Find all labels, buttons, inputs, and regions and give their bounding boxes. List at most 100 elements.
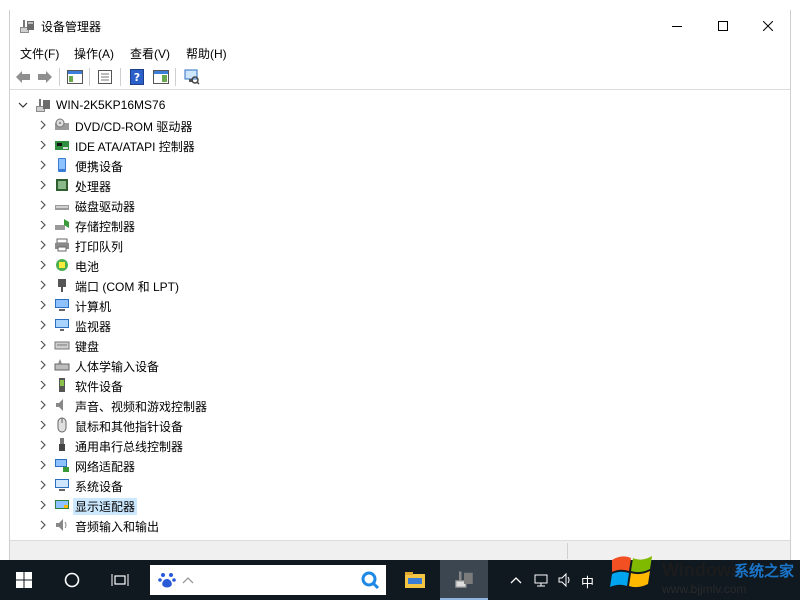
- file-explorer-taskbar-button[interactable]: [392, 560, 438, 600]
- chevron-right-icon[interactable]: [37, 499, 49, 511]
- menu-help[interactable]: 帮助(H): [186, 45, 227, 62]
- chevron-right-icon[interactable]: [37, 519, 49, 531]
- tree-item[interactable]: 网络适配器: [11, 455, 771, 475]
- tree-item[interactable]: 端口 (COM 和 LPT): [11, 275, 771, 295]
- device-manager-icon: [20, 20, 34, 33]
- tree-root[interactable]: WIN-2K5KP16MS76: [11, 95, 771, 115]
- chevron-right-icon[interactable]: [37, 319, 49, 331]
- menu-file[interactable]: 文件(F): [20, 45, 59, 62]
- ide-controller-icon: [55, 141, 69, 150]
- tree-item[interactable]: 音频输入和输出: [11, 515, 771, 535]
- minimize-button[interactable]: [654, 10, 700, 41]
- menu-action[interactable]: 操作(A): [74, 45, 114, 62]
- tree-item[interactable]: 软件设备: [11, 375, 771, 395]
- scan-hardware-button[interactable]: [183, 68, 201, 86]
- tree-item[interactable]: 显示适配器: [11, 495, 771, 515]
- tree-item[interactable]: IDE ATA/ATAPI 控制器: [11, 135, 771, 155]
- chevron-right-icon[interactable]: [37, 279, 49, 291]
- tree-item-label: 网络适配器: [75, 460, 136, 474]
- chevron-right-icon[interactable]: [37, 179, 49, 191]
- watermark: Windows 系统之家 www.bjjmlv.com: [596, 538, 800, 600]
- display-adapter-icon: [55, 500, 69, 509]
- window-title: 设备管理器: [41, 20, 102, 34]
- tree-item-label: 监视器: [75, 320, 112, 334]
- show-hide-console-tree-button[interactable]: [66, 68, 84, 86]
- chevron-right-icon[interactable]: [37, 339, 49, 351]
- tree-item[interactable]: 计算机: [11, 295, 771, 315]
- help-button[interactable]: ?: [128, 68, 146, 86]
- usb-icon: [59, 438, 65, 451]
- action-pane-button[interactable]: [152, 68, 170, 86]
- forward-button[interactable]: [36, 68, 54, 86]
- help-icon: ?: [130, 69, 144, 85]
- chevron-right-icon[interactable]: [37, 399, 49, 411]
- tree-item-label: 端口 (COM 和 LPT): [75, 280, 179, 294]
- chevron-right-icon[interactable]: [37, 459, 49, 471]
- tree-item[interactable]: 磁盘驱动器: [11, 195, 771, 215]
- minimize-icon: [672, 25, 682, 27]
- chevron-right-icon[interactable]: [37, 159, 49, 171]
- cortana-button[interactable]: [48, 560, 96, 600]
- title-bar[interactable]: 设备管理器: [10, 10, 790, 41]
- tree-item-label: 处理器: [75, 180, 112, 194]
- tree-item[interactable]: 处理器: [11, 175, 771, 195]
- tree-item[interactable]: 打印队列: [11, 235, 771, 255]
- tree-item[interactable]: 电池: [11, 255, 771, 275]
- task-view-button[interactable]: [96, 560, 144, 600]
- system-device-icon: [55, 479, 69, 491]
- network-tray-button[interactable]: [530, 560, 552, 600]
- portable-device-icon: [58, 158, 66, 172]
- show-hidden-icons-button[interactable]: [506, 560, 526, 600]
- tree-item[interactable]: 鼠标和其他指针设备: [11, 415, 771, 435]
- storage-controller-icon: [55, 219, 69, 230]
- chevron-right-icon[interactable]: [37, 439, 49, 451]
- tree-item-label: 便携设备: [75, 160, 124, 174]
- chevron-right-icon[interactable]: [37, 239, 49, 251]
- chevron-right-icon[interactable]: [37, 139, 49, 151]
- back-button[interactable]: [14, 68, 32, 86]
- chevron-down-icon[interactable]: [17, 99, 29, 111]
- network-icon: [534, 574, 548, 587]
- tree-item[interactable]: 通用串行总线控制器: [11, 435, 771, 455]
- tree-item[interactable]: 便携设备: [11, 155, 771, 175]
- action-pane-icon: [153, 70, 169, 84]
- start-button[interactable]: [0, 560, 48, 600]
- chevron-up-icon: [510, 577, 522, 584]
- tree-item-label: 电池: [75, 260, 100, 274]
- tree-item[interactable]: 系统设备: [11, 475, 771, 495]
- watermark-url: www.bjjmlv.com: [662, 582, 747, 596]
- volume-tray-button[interactable]: [554, 560, 576, 600]
- chevron-right-icon[interactable]: [37, 379, 49, 391]
- speaker-icon: [558, 572, 570, 588]
- chevron-right-icon[interactable]: [37, 119, 49, 131]
- toolbar-separator: [120, 68, 121, 86]
- tree-item[interactable]: 人体学输入设备: [11, 355, 771, 375]
- ime-indicator[interactable]: 中: [581, 572, 594, 591]
- tree-item[interactable]: 键盘: [11, 335, 771, 355]
- device-manager-taskbar-button[interactable]: [440, 560, 488, 600]
- chevron-right-icon[interactable]: [37, 299, 49, 311]
- chevron-up-icon[interactable]: [182, 575, 194, 585]
- back-arrow-icon: [16, 71, 30, 83]
- chevron-right-icon[interactable]: [37, 259, 49, 271]
- folder-icon: [405, 572, 425, 588]
- tree-item-label: DVD/CD-ROM 驱动器: [75, 120, 193, 134]
- chevron-right-icon[interactable]: [37, 479, 49, 491]
- forward-arrow-icon: [38, 71, 52, 83]
- chevron-right-icon[interactable]: [37, 419, 49, 431]
- properties-button[interactable]: [96, 68, 114, 86]
- chevron-right-icon[interactable]: [37, 359, 49, 371]
- search-icon[interactable]: [360, 570, 380, 590]
- chevron-right-icon[interactable]: [37, 219, 49, 231]
- menu-view[interactable]: 查看(V): [130, 45, 170, 62]
- tree-item-label: 显示适配器: [73, 498, 138, 515]
- tree-item[interactable]: 存储控制器: [11, 215, 771, 235]
- tree-item[interactable]: 监视器: [11, 315, 771, 335]
- tree-item[interactable]: 声音、视频和游戏控制器: [11, 395, 771, 415]
- computer-root-icon: [36, 99, 50, 112]
- chevron-right-icon[interactable]: [37, 199, 49, 211]
- tree-item[interactable]: DVD/CD-ROM 驱动器: [11, 115, 771, 135]
- close-button[interactable]: [745, 10, 791, 41]
- taskbar-search-box[interactable]: [150, 565, 386, 595]
- maximize-button[interactable]: [700, 10, 746, 41]
